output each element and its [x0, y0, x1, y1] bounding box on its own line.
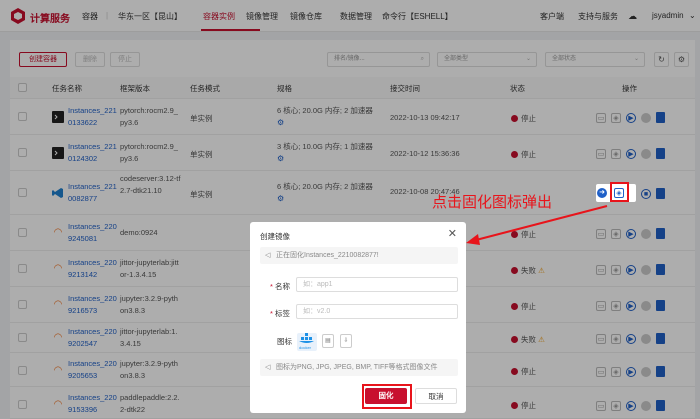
name-label: * 名称: [270, 282, 291, 291]
speaker-icon: ◁: [265, 252, 271, 259]
callout-arrow: [466, 205, 608, 245]
info-banner: ◁ 正在固化Instances_2210082877!: [260, 247, 458, 264]
speaker-icon: ◁: [265, 364, 271, 371]
dialog-title: 创建镜像: [260, 232, 290, 241]
name-input[interactable]: 如：app1: [296, 277, 458, 292]
cancel-button[interactable]: 取消: [415, 388, 457, 404]
tag-label: * 标签: [270, 309, 291, 318]
confirm-highlight-box: [362, 384, 412, 409]
file-icon[interactable]: ▤: [322, 334, 334, 348]
docker-icon: docker: [297, 333, 317, 351]
upload-icon[interactable]: ⇩: [340, 334, 352, 348]
tag-input[interactable]: 如：v2.0: [296, 304, 458, 319]
arrow-right-icon[interactable]: ➜: [597, 188, 607, 198]
icon-label: 图标: [277, 337, 292, 346]
close-icon[interactable]: ✕: [448, 227, 457, 240]
create-image-dialog: 创建镜像 ✕ ◁ 正在固化Instances_2210082877! * 名称 如…: [250, 222, 466, 413]
format-hint: ◁ 图标为PNG, JPG, JPEG, BMP, TIFF等格式图像文件: [260, 359, 458, 376]
solidify-highlight-box: [610, 182, 629, 202]
